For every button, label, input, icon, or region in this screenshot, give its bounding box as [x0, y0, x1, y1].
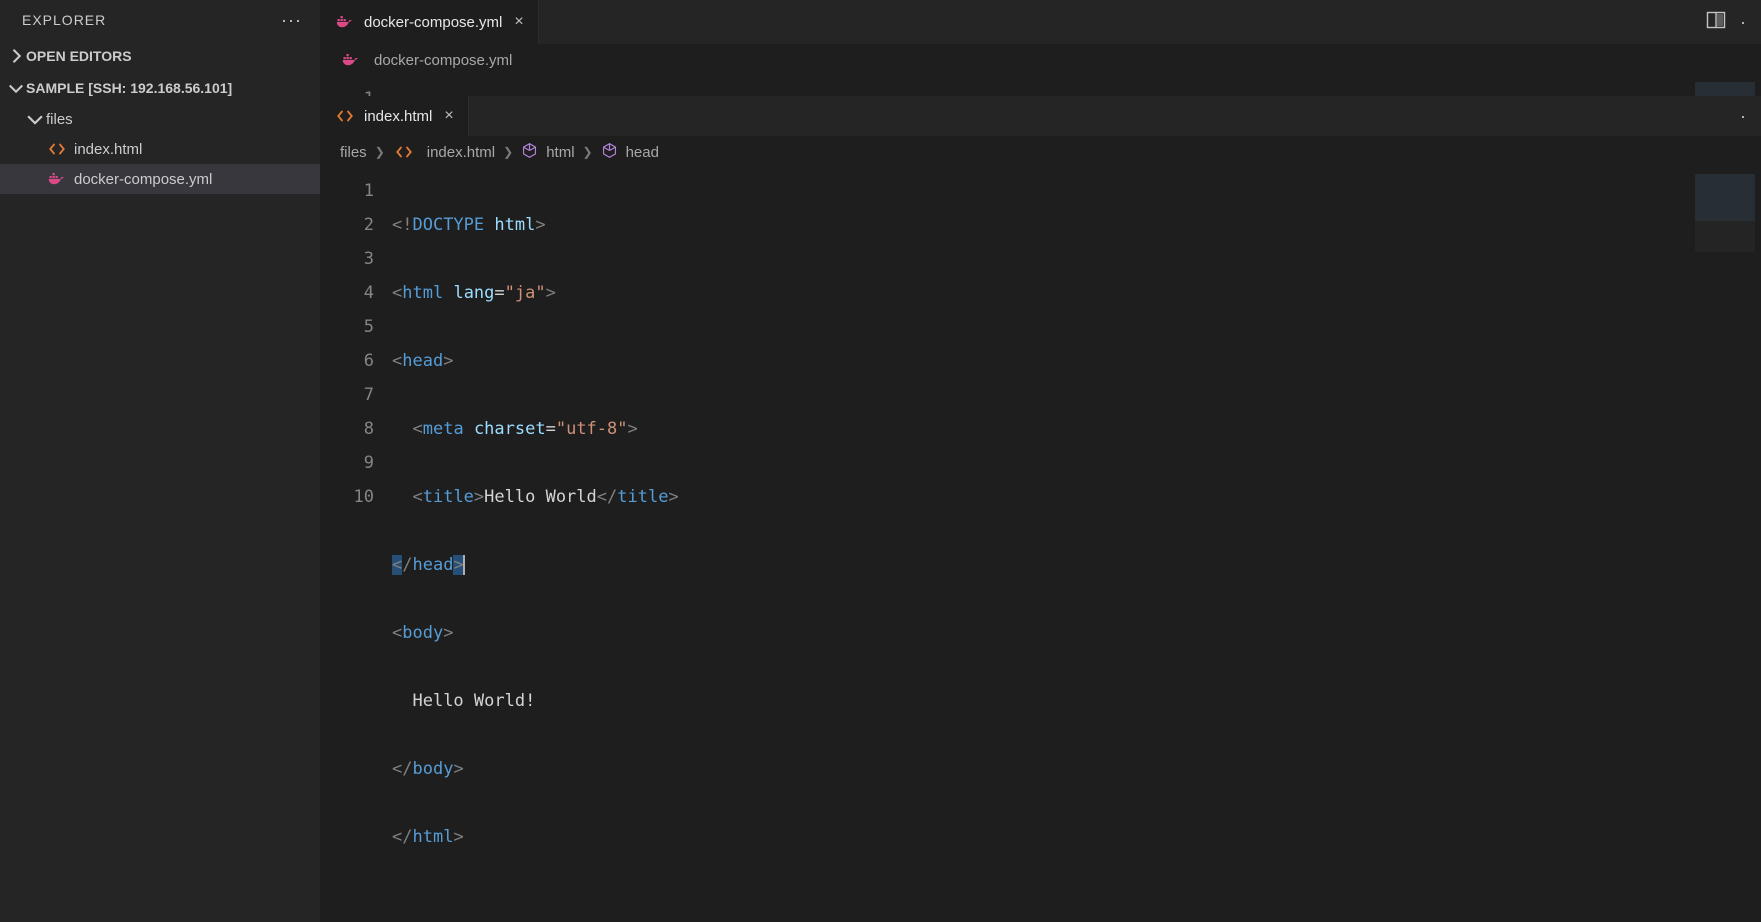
- breadcrumb-file: index.html: [427, 144, 495, 161]
- tab-label: index.html: [364, 108, 432, 125]
- code-area[interactable]: version: '3' services: · web: · · image:…: [392, 76, 1689, 96]
- breadcrumb-bottom[interactable]: files ❯ index.html ❯ html ❯ head: [320, 136, 1761, 168]
- explorer-title: EXPLORER: [22, 12, 106, 28]
- tab-bar-top: docker-compose.yml × ·: [320, 0, 1761, 44]
- chevron-down-icon: [6, 78, 26, 98]
- explorer-header: EXPLORER ···: [0, 0, 320, 40]
- editor-pane-bottom: index.html × · files ❯ index.html ❯ html…: [320, 96, 1761, 922]
- html-icon: [334, 105, 356, 127]
- line-gutter: 12345678: [320, 76, 392, 96]
- docker-icon: [46, 168, 68, 190]
- more-icon[interactable]: ···: [281, 10, 302, 31]
- breadcrumb-file: docker-compose.yml: [374, 52, 512, 69]
- chevron-right-icon: ❯: [375, 145, 385, 159]
- file-label: docker-compose.yml: [74, 171, 212, 188]
- minimap[interactable]: [1689, 76, 1761, 96]
- breadcrumb-symbol: html: [546, 144, 574, 161]
- tab-label: docker-compose.yml: [364, 14, 502, 31]
- open-editors-section[interactable]: OPEN EDITORS: [0, 40, 320, 72]
- explorer-sidebar: EXPLORER ··· OPEN EDITORS SAMPLE [SSH: 1…: [0, 0, 320, 922]
- chevron-right-icon: [6, 46, 26, 66]
- editor-region: docker-compose.yml × · docker-compose.ym…: [320, 0, 1761, 922]
- close-icon[interactable]: ×: [444, 107, 453, 125]
- docker-icon: [334, 11, 356, 33]
- tab-index-html[interactable]: index.html ×: [320, 96, 469, 136]
- more-icon[interactable]: ·: [1740, 106, 1747, 127]
- workspace-section[interactable]: SAMPLE [SSH: 192.168.56.101]: [0, 72, 320, 104]
- tabbar-actions: ·: [1692, 0, 1761, 44]
- chevron-right-icon: ❯: [583, 145, 593, 159]
- folder-files[interactable]: files: [0, 104, 320, 134]
- folder-label: files: [46, 111, 73, 128]
- docker-icon: [340, 49, 362, 71]
- file-label: index.html: [74, 141, 142, 158]
- symbol-icon: [601, 142, 618, 163]
- tab-bar-bottom: index.html × ·: [320, 96, 1761, 136]
- code-editor-bottom[interactable]: 12345678910 <!DOCTYPE html> <html lang="…: [320, 168, 1761, 922]
- line-gutter: 12345678910: [320, 168, 392, 922]
- file-index-html[interactable]: index.html: [0, 134, 320, 164]
- file-docker-compose[interactable]: docker-compose.yml: [0, 164, 320, 194]
- open-editors-label: OPEN EDITORS: [26, 48, 132, 64]
- chevron-down-icon: [24, 108, 46, 130]
- breadcrumb-symbol: head: [626, 144, 659, 161]
- html-icon: [393, 141, 415, 163]
- tab-docker-compose[interactable]: docker-compose.yml ×: [320, 0, 539, 44]
- minimap[interactable]: [1689, 168, 1761, 922]
- html-icon: [46, 138, 68, 160]
- split-editor-icon[interactable]: [1706, 10, 1726, 35]
- breadcrumb-top[interactable]: docker-compose.yml: [320, 44, 1761, 76]
- symbol-icon: [521, 142, 538, 163]
- more-icon[interactable]: ·: [1740, 12, 1747, 33]
- code-area[interactable]: <!DOCTYPE html> <html lang="ja"> <head> …: [392, 168, 1689, 922]
- editor-pane-top: docker-compose.yml × · docker-compose.ym…: [320, 0, 1761, 96]
- code-editor-top[interactable]: 12345678 version: '3' services: · web: ·…: [320, 76, 1761, 96]
- breadcrumb-folder: files: [340, 144, 367, 161]
- close-icon[interactable]: ×: [514, 13, 523, 31]
- chevron-right-icon: ❯: [503, 145, 513, 159]
- workspace-name: SAMPLE [SSH: 192.168.56.101]: [26, 80, 232, 96]
